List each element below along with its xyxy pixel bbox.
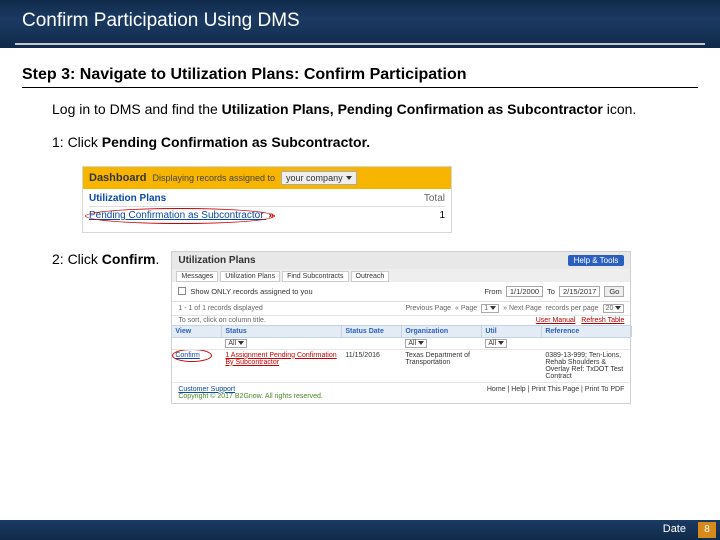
footer-date: Date: [663, 523, 686, 535]
panel-footer: Customer Support Copyright © 2017 B2Gnow…: [172, 383, 630, 403]
step2-pre: 2: Click: [52, 251, 102, 267]
col-organization[interactable]: Organization: [402, 326, 482, 337]
confirm-text: Confirm: [175, 352, 200, 359]
intro-post: icon.: [603, 101, 636, 117]
ref-cell: 0389-13-999; Ten-Lions, Rehab Shoulders …: [542, 350, 632, 382]
help-tools-button[interactable]: Help & Tools: [568, 255, 625, 266]
per-page-select[interactable]: 20: [603, 304, 625, 313]
dashboard-header: Dashboard Displaying records assigned to…: [83, 167, 451, 189]
panel-title: Utilization Plans: [178, 255, 255, 266]
step2-post: .: [155, 251, 159, 267]
dashboard-subtitle: Displaying records assigned to: [152, 173, 275, 183]
hint-row: To sort, click on column title. User Man…: [172, 316, 630, 325]
only-assigned-checkbox[interactable]: [178, 287, 186, 295]
total-label: Total: [424, 193, 445, 204]
filter-row: Show ONLY records assigned to you From 1…: [172, 282, 630, 302]
chevron-down-icon: [498, 341, 504, 345]
util-label: Utilization Plans: [89, 193, 166, 204]
util-cell: [482, 350, 542, 382]
dashboard-screenshot: Dashboard Displaying records assigned to…: [82, 166, 452, 233]
step2-paragraph: 2: Click Confirm.: [52, 251, 159, 267]
intro-pre: Log in to DMS and find the: [52, 101, 222, 117]
utilization-plans-screenshot: Utilization Plans Help & Tools Messages …: [171, 251, 631, 404]
customer-support-link[interactable]: Customer Support: [178, 386, 235, 393]
pending-confirmation-link[interactable]: Pending Confirmation as Subcontractor »: [89, 210, 274, 221]
step1-paragraph: 1: Click Pending Confirmation as Subcont…: [52, 133, 698, 152]
red-arrow-icon: »: [268, 210, 274, 221]
sort-hint: To sort, click on column title.: [178, 317, 266, 324]
col-status-date[interactable]: Status Date: [342, 326, 402, 337]
table-row: Confirm 1 Assignment Pending Confirmatio…: [172, 350, 630, 383]
col-status[interactable]: Status: [222, 326, 342, 337]
utilization-plans-header: Utilization Plans Total: [89, 193, 445, 207]
intro-bold: Utilization Plans, Pending Confirmation …: [222, 101, 603, 117]
user-manual-link[interactable]: User Manual: [536, 317, 576, 324]
org-cell: Texas Department of Transportation: [402, 350, 482, 382]
table-header: View Status Status Date Organization Uti…: [172, 325, 630, 338]
pager-count: 1 - 1 of 1 records displayed: [178, 305, 262, 312]
chevron-down-icon: [615, 306, 621, 310]
scope-value: your company: [286, 173, 343, 183]
copyright-text: Copyright © 2017 B2Gnow. All rights rese…: [178, 393, 322, 400]
panel-header: Utilization Plans Help & Tools: [172, 252, 630, 269]
status-cell[interactable]: 1 Assignment Pending Confirmation By Sub…: [222, 350, 342, 382]
pending-count: 1: [439, 210, 445, 221]
step2-bold: Confirm: [102, 251, 156, 267]
step1-bold: Pending Confirmation as Subcontractor.: [102, 134, 370, 150]
pager-row: 1 - 1 of 1 records displayed Previous Pa…: [172, 302, 630, 316]
filter-label: Show ONLY records assigned to you: [190, 287, 312, 296]
to-label: To: [547, 287, 555, 296]
col-util[interactable]: Util: [482, 326, 542, 337]
prev-page-link[interactable]: Previous Page: [405, 305, 451, 312]
org-filter[interactable]: All: [405, 339, 427, 348]
chevron-down-icon: [490, 306, 496, 310]
next-page-link[interactable]: » Next Page: [503, 305, 542, 312]
title-underline: [15, 43, 705, 45]
slide-footer: Date 8: [0, 520, 720, 540]
chevron-down-icon: [418, 341, 424, 345]
slide-header: Confirm Participation Using DMS: [0, 0, 720, 48]
to-date-input[interactable]: 2/15/2017: [559, 286, 600, 297]
util-filter[interactable]: All: [485, 339, 507, 348]
status-filter[interactable]: All: [225, 339, 247, 348]
page-label: « Page: [455, 305, 477, 312]
step-heading: Step 3: Navigate to Utilization Plans: C…: [22, 66, 698, 88]
per-page-label: records per page: [546, 305, 599, 312]
confirm-link[interactable]: Confirm: [172, 350, 222, 382]
page-select[interactable]: 1: [481, 304, 499, 313]
step1-pre: 1: Click: [52, 134, 102, 150]
page-number: 8: [698, 522, 716, 538]
step2-row: 2: Click Confirm. Utilization Plans Help…: [52, 251, 698, 404]
chevron-down-icon: [346, 176, 352, 180]
col-view[interactable]: View: [172, 326, 222, 337]
slide-title: Confirm Participation Using DMS: [22, 10, 300, 32]
scope-select[interactable]: your company: [281, 171, 357, 185]
pending-text: Pending Confirmation as Subcontractor: [89, 210, 264, 221]
slide-content: Step 3: Navigate to Utilization Plans: C…: [0, 48, 720, 404]
column-filter-row: All All All: [172, 338, 630, 350]
tab-outreach[interactable]: Outreach: [351, 271, 390, 282]
date-cell: 11/15/2016: [342, 350, 402, 382]
dashboard-body: Utilization Plans Total Pending Confirma…: [83, 189, 451, 232]
pending-row: Pending Confirmation as Subcontractor » …: [89, 207, 445, 224]
refresh-table-link[interactable]: Refresh Table: [581, 317, 624, 324]
tab-find-subcontracts[interactable]: Find Subcontracts: [282, 271, 348, 282]
footer-links[interactable]: Home | Help | Print This Page | Print To…: [487, 386, 624, 400]
panel-tabs: Messages Utilization Plans Find Subcontr…: [172, 269, 630, 282]
chevron-down-icon: [238, 341, 244, 345]
from-label: From: [484, 287, 502, 296]
go-button[interactable]: Go: [604, 286, 624, 297]
tab-utilization-plans[interactable]: Utilization Plans: [220, 271, 280, 282]
col-reference[interactable]: Reference: [542, 326, 632, 337]
tab-messages[interactable]: Messages: [176, 271, 218, 282]
from-date-input[interactable]: 1/1/2000: [506, 286, 543, 297]
intro-paragraph: Log in to DMS and find the Utilization P…: [52, 100, 698, 119]
dashboard-title: Dashboard: [89, 172, 146, 184]
